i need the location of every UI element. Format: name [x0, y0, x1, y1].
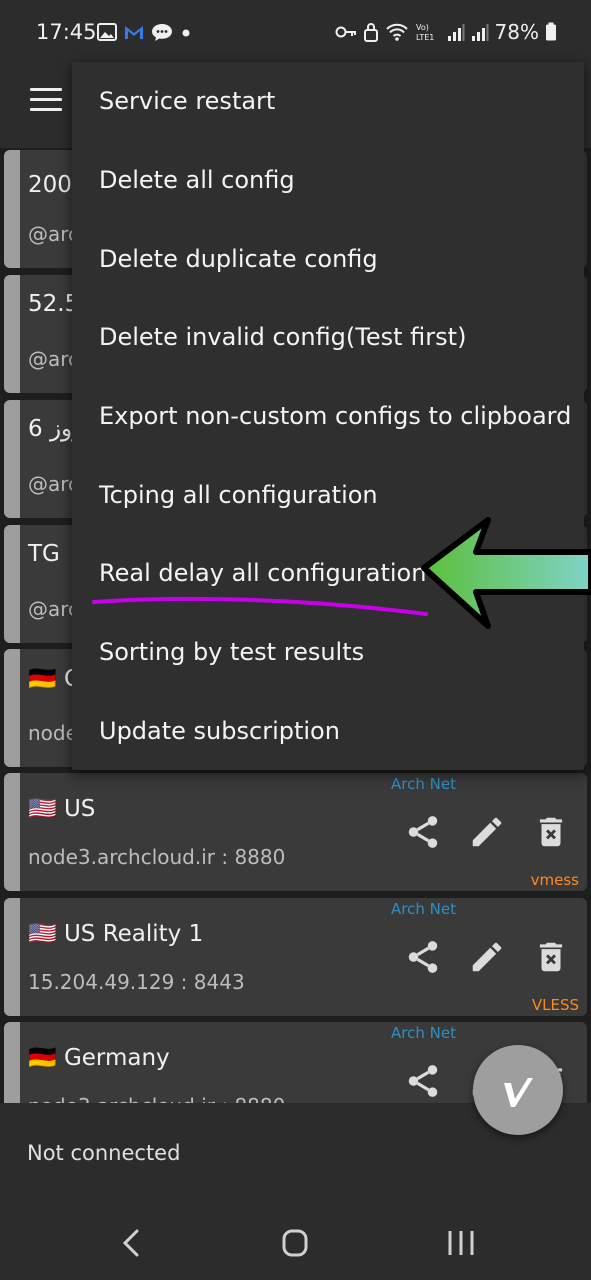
config-card[interactable]: Arch Net 🇺🇸 US node3.archcloud.ir : 8880… [4, 773, 587, 891]
config-title: 🇺🇸 US [28, 796, 96, 822]
edit-icon[interactable] [468, 813, 506, 851]
battery-icon [546, 22, 556, 41]
wifi-icon [385, 23, 408, 41]
gmail-icon [125, 26, 143, 39]
menu-drawer-icon[interactable] [30, 88, 62, 114]
status-notification-icons [97, 22, 193, 42]
status-time: 17:45 [36, 20, 97, 44]
delete-icon[interactable] [532, 813, 570, 851]
chat-icon [152, 24, 172, 41]
share-icon[interactable] [404, 813, 442, 851]
protocol-label: vmess [530, 871, 579, 889]
connection-status-text: Not connected [27, 1141, 181, 1165]
status-system-icons: Vo) LTE1 78% [335, 20, 557, 44]
selection-indicator [4, 1022, 20, 1103]
selection-indicator [4, 649, 20, 767]
selection-indicator [4, 525, 20, 643]
status-bar: 17:45 Vo) LTE1 78% [0, 0, 591, 70]
menu-item-real-delay-all[interactable]: Real delay all configuration [72, 534, 584, 613]
delete-icon[interactable] [532, 938, 570, 976]
menu-item-export-configs[interactable]: Export non-custom configs to clipboard [72, 377, 584, 456]
vpn-key-icon [335, 26, 356, 38]
subscription-label: Arch Net [391, 900, 456, 918]
menu-item-delete-all-config[interactable]: Delete all config [72, 141, 584, 220]
share-icon[interactable] [404, 938, 442, 976]
signal-icon [471, 24, 489, 41]
system-nav-bar [0, 1199, 591, 1280]
config-card[interactable]: Arch Net 🇺🇸 US Reality 1 15.204.49.129 :… [4, 898, 587, 1016]
connect-fab-button[interactable] [473, 1045, 563, 1135]
recents-icon[interactable] [441, 1225, 481, 1261]
menu-item-service-restart[interactable]: Service restart [72, 62, 584, 141]
config-title: TG [28, 541, 60, 567]
svg-text:Vo): Vo) [416, 23, 429, 32]
v2ray-logo-icon [504, 1078, 533, 1107]
edit-icon[interactable] [468, 938, 506, 976]
signal-icon [447, 24, 465, 41]
image-icon [97, 23, 117, 41]
selection-indicator [4, 773, 20, 891]
menu-item-update-subscription[interactable]: Update subscription [72, 692, 584, 771]
dot-icon [182, 29, 190, 37]
back-icon[interactable] [112, 1225, 152, 1261]
home-icon[interactable] [275, 1225, 315, 1261]
subscription-label: Arch Net [391, 775, 456, 793]
overflow-menu: Service restart Delete all config Delete… [72, 62, 584, 770]
share-icon[interactable] [404, 1062, 442, 1100]
config-title: 200 [28, 172, 72, 198]
config-address: node3.archcloud.ir : 8880 [28, 845, 286, 869]
selection-indicator [4, 898, 20, 1016]
menu-item-sorting-by-test-results[interactable]: Sorting by test results [72, 613, 584, 692]
protocol-label: VLESS [531, 996, 579, 1014]
selection-indicator [4, 400, 20, 518]
lock-icon [363, 23, 378, 42]
config-address: node3.archcloud.ir : 8880 [28, 1094, 285, 1103]
menu-item-tcping-all[interactable]: Tcping all configuration [72, 456, 584, 535]
config-title: 🇺🇸 US Reality 1 [28, 921, 204, 947]
menu-item-delete-invalid-config[interactable]: Delete invalid config(Test first) [72, 298, 584, 377]
battery-percent: 78% [494, 20, 539, 44]
config-address: 15.204.49.129 : 8443 [28, 970, 245, 994]
config-title: 🇩🇪 Germany [28, 1045, 170, 1071]
subscription-label: Arch Net [391, 1024, 456, 1042]
selection-indicator [4, 275, 20, 393]
svg-text:LTE1: LTE1 [416, 33, 434, 42]
config-address: node [28, 721, 78, 745]
menu-item-delete-duplicate-config[interactable]: Delete duplicate config [72, 220, 584, 299]
volte-icon: Vo)LTE1 [416, 23, 434, 42]
selection-indicator [4, 150, 20, 268]
